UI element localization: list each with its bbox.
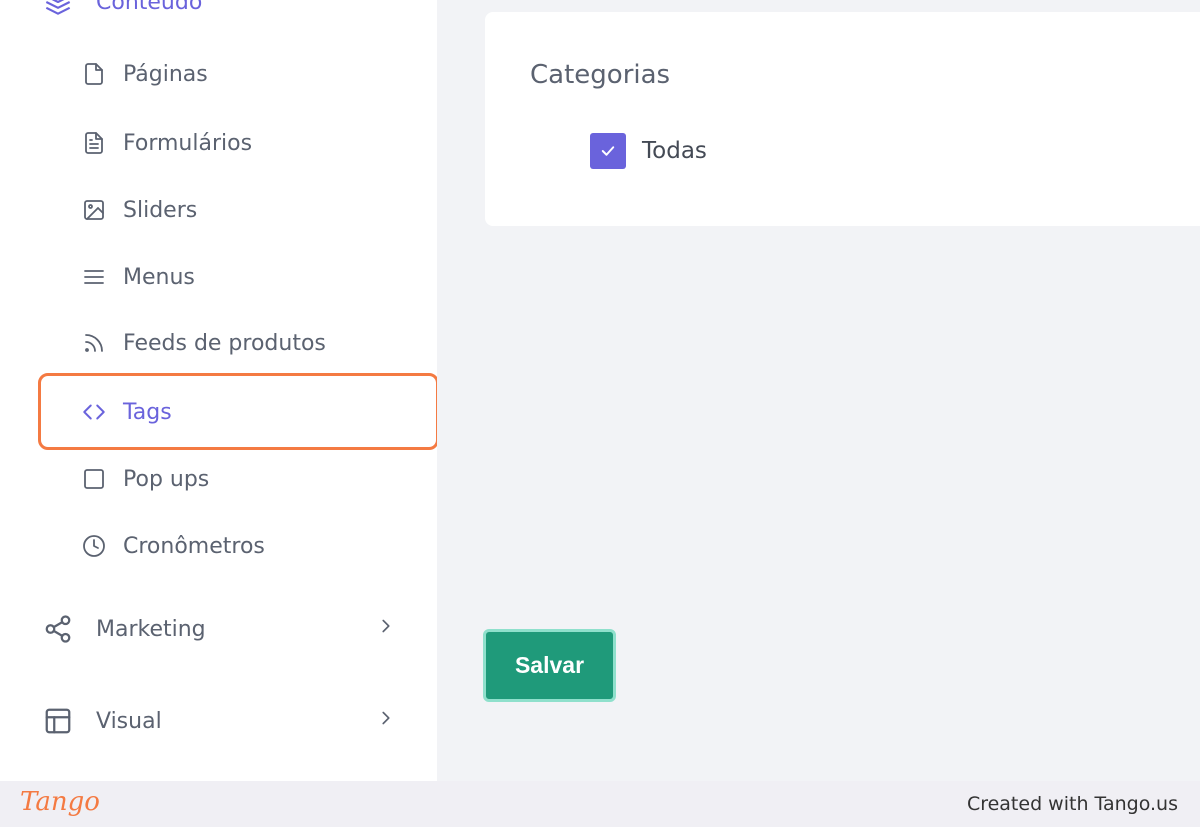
sidebar-section-label: Conteúdo	[96, 0, 203, 15]
rss-icon	[80, 329, 108, 357]
sidebar-item-label: Páginas	[123, 61, 208, 87]
category-option-todas[interactable]: Todas	[590, 133, 707, 169]
card-title: Categorias	[530, 60, 671, 90]
sidebar-item-cronometros[interactable]: Cronômetros	[80, 526, 265, 566]
file-icon	[80, 60, 108, 88]
sidebar-item-label: Cronômetros	[123, 533, 265, 559]
sidebar-item-label: Feeds de produtos	[123, 330, 326, 356]
sidebar-item-label: Menus	[123, 264, 195, 290]
sidebar-group-label: Marketing	[96, 616, 206, 642]
chevron-right-icon	[375, 707, 397, 735]
chevron-right-icon	[375, 615, 397, 643]
image-icon	[80, 196, 108, 224]
sidebar-group-visual[interactable]: Visual	[42, 701, 397, 741]
clock-icon	[80, 532, 108, 560]
created-with-text: Created with Tango.us	[966, 793, 1178, 815]
sidebar-item-label: Pop ups	[123, 466, 210, 492]
square-icon	[80, 465, 108, 493]
sidebar-group-label: Visual	[96, 708, 162, 734]
checkbox-label: Todas	[642, 138, 707, 164]
layers-icon	[42, 0, 74, 18]
layout-icon	[42, 705, 74, 737]
sidebar-group-marketing[interactable]: Marketing	[42, 609, 397, 649]
sidebar-item-tags[interactable]: Tags	[80, 392, 172, 432]
sidebar-item-label: Formulários	[123, 130, 253, 156]
sidebar-item-feeds[interactable]: Feeds de produtos	[80, 323, 326, 363]
save-button[interactable]: Salvar	[483, 629, 616, 702]
sidebar-item-paginas[interactable]: Páginas	[80, 54, 208, 94]
menu-icon	[80, 263, 108, 291]
sidebar-section-content[interactable]: Conteúdo	[42, 0, 202, 18]
checkbox-checked[interactable]	[590, 133, 626, 169]
sidebar-item-formularios[interactable]: Formulários	[80, 123, 252, 163]
check-icon	[601, 146, 615, 156]
share-icon	[42, 613, 74, 645]
code-icon	[80, 398, 108, 426]
footer: Tango Created with Tango.us	[0, 781, 1200, 827]
sidebar-item-menus[interactable]: Menus	[80, 257, 195, 297]
sidebar-item-popups[interactable]: Pop ups	[80, 459, 209, 499]
tango-logo: Tango	[20, 787, 100, 817]
sidebar-item-label: Tags	[123, 399, 172, 425]
categories-card: Categorias Todas	[485, 12, 1200, 226]
sidebar: Conteúdo Páginas Formulários Sliders Men…	[0, 0, 439, 781]
sidebar-item-label: Sliders	[123, 197, 198, 223]
sidebar-item-sliders[interactable]: Sliders	[80, 190, 197, 230]
file-text-icon	[80, 129, 108, 157]
